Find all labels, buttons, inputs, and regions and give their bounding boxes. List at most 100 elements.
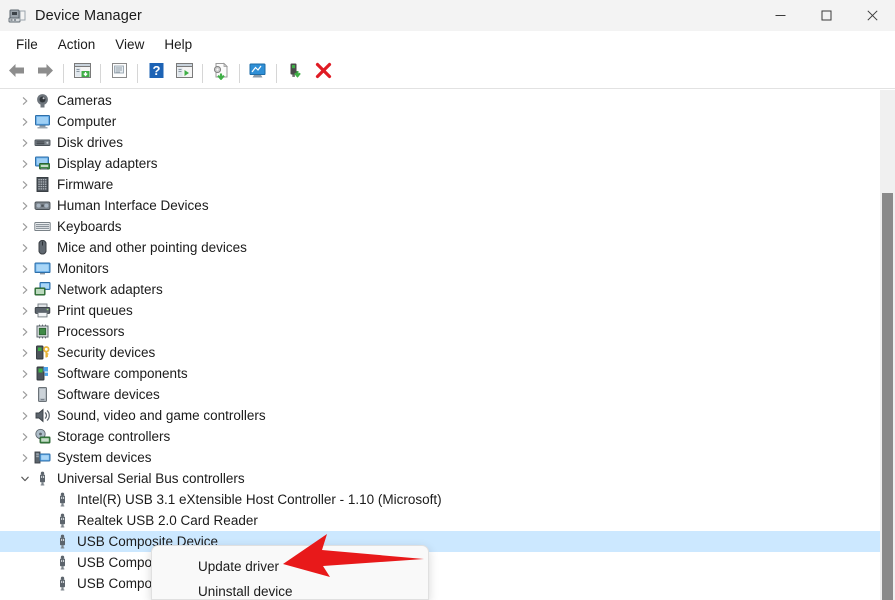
hid-icon <box>33 196 52 215</box>
tree-row[interactable]: USB Composite Device <box>0 531 880 552</box>
chevron-right-icon[interactable] <box>16 405 33 426</box>
mouse-icon <box>33 238 52 257</box>
update-driver-button[interactable] <box>207 60 235 86</box>
tree-row[interactable]: Security devices <box>0 342 880 363</box>
context-update-driver[interactable]: Update driver <box>152 554 428 579</box>
software-component-icon <box>33 364 52 383</box>
device-manager-window: Device Manager File Action View Help ? C… <box>0 0 895 600</box>
tree-row[interactable]: System devices <box>0 447 880 468</box>
console-tree-icon <box>73 62 92 84</box>
tree-row[interactable]: Processors <box>0 321 880 342</box>
tree-row[interactable]: Monitors <box>0 258 880 279</box>
chevron-down-icon[interactable] <box>16 468 33 489</box>
chevron-right-icon[interactable] <box>16 447 33 468</box>
tree-row[interactable]: Realtek USB 2.0 Card Reader <box>0 510 880 531</box>
tree-row[interactable]: Cameras <box>0 90 880 111</box>
menu-action[interactable]: Action <box>48 34 106 55</box>
view-panel-icon <box>175 62 194 84</box>
maximize-button[interactable] <box>803 0 849 31</box>
menu-bar: File Action View Help <box>0 31 895 58</box>
tree-item-label: Human Interface Devices <box>57 198 209 213</box>
tree-item-label: Firmware <box>57 177 114 192</box>
scan-hardware-changes-button[interactable] <box>244 60 272 86</box>
tree-item-label: Universal Serial Bus controllers <box>57 471 245 486</box>
tree-row[interactable]: Software components <box>0 363 880 384</box>
tree-item-label: Disk drives <box>57 135 124 150</box>
storage-controller-icon <box>33 427 52 446</box>
processor-icon <box>33 322 52 341</box>
chevron-right-icon[interactable] <box>16 426 33 447</box>
firmware-chip-icon <box>33 175 52 194</box>
scrollbar-thumb[interactable] <box>882 193 893 600</box>
chevron-right-icon[interactable] <box>16 384 33 405</box>
close-button[interactable] <box>849 0 895 31</box>
menu-file[interactable]: File <box>6 34 48 55</box>
toolbar-separator <box>63 63 64 83</box>
tree-row[interactable]: Print queues <box>0 300 880 321</box>
usb-icon <box>53 553 72 572</box>
tree-row[interactable]: Display adapters <box>0 153 880 174</box>
chevron-right-icon[interactable] <box>16 321 33 342</box>
properties-button[interactable] <box>105 60 133 86</box>
device-manager-icon <box>7 6 27 26</box>
forward-arrow-icon <box>35 62 55 84</box>
tree-row[interactable]: Intel(R) USB 3.1 eXtensible Host Control… <box>0 489 880 510</box>
tree-row[interactable]: Network adapters <box>0 279 880 300</box>
tree-row[interactable]: Storage controllers <box>0 426 880 447</box>
computer-monitor-icon <box>33 112 52 131</box>
chevron-right-icon[interactable] <box>16 300 33 321</box>
chevron-right-icon[interactable] <box>16 111 33 132</box>
window-controls <box>757 0 895 31</box>
chevron-right-icon[interactable] <box>16 174 33 195</box>
toolbar-separator <box>239 63 240 83</box>
chevron-right-icon[interactable] <box>16 363 33 384</box>
tree-item-label: System devices <box>57 450 152 465</box>
chevron-right-icon[interactable] <box>16 342 33 363</box>
enable-device-button[interactable] <box>281 60 309 86</box>
toolbar-separator <box>100 63 101 83</box>
tree-row[interactable]: Sound, video and game controllers <box>0 405 880 426</box>
tree-row[interactable]: Disk drives <box>0 132 880 153</box>
forward-button[interactable] <box>31 60 59 86</box>
menu-view[interactable]: View <box>105 34 154 55</box>
monitor-icon <box>33 259 52 278</box>
tree-row[interactable]: Computer <box>0 111 880 132</box>
speaker-icon <box>33 406 52 425</box>
tree-row[interactable]: Software devices <box>0 384 880 405</box>
chevron-right-icon[interactable] <box>16 195 33 216</box>
usb-icon <box>53 574 72 593</box>
tree-item-label: Software devices <box>57 387 160 402</box>
help-button[interactable]: ? <box>142 60 170 86</box>
toolbar-separator <box>276 63 277 83</box>
chevron-right-icon[interactable] <box>16 153 33 174</box>
back-button[interactable] <box>3 60 31 86</box>
menu-help[interactable]: Help <box>154 34 202 55</box>
tree-item-label: Display adapters <box>57 156 158 171</box>
title-bar: Device Manager <box>0 0 895 31</box>
context-uninstall-device[interactable]: Uninstall device <box>152 579 428 600</box>
tree-row[interactable]: Keyboards <box>0 216 880 237</box>
chevron-right-icon[interactable] <box>16 132 33 153</box>
chevron-right-icon[interactable] <box>16 279 33 300</box>
tree-row[interactable]: USB Composite Device <box>0 552 880 573</box>
chevron-right-icon[interactable] <box>16 258 33 279</box>
tree-row[interactable]: Firmware <box>0 174 880 195</box>
tree-row[interactable]: USB Composite Device <box>0 573 880 594</box>
context-menu[interactable]: Update driver Uninstall device <box>151 545 429 600</box>
uninstall-device-button[interactable] <box>309 60 337 86</box>
toolbar-separator <box>202 63 203 83</box>
vertical-scrollbar[interactable] <box>880 90 895 600</box>
view-button[interactable] <box>170 60 198 86</box>
device-tree[interactable]: Cameras Computer Disk drives Display adapte… <box>0 90 880 600</box>
tree-row[interactable]: Universal Serial Bus controllers <box>0 468 880 489</box>
tree-row[interactable]: Mice and other pointing devices <box>0 237 880 258</box>
tree-item-label: Mice and other pointing devices <box>57 240 247 255</box>
tree-row[interactable]: Human Interface Devices <box>0 195 880 216</box>
chevron-right-icon[interactable] <box>16 90 33 111</box>
tree-item-label: Security devices <box>57 345 156 360</box>
chevron-right-icon[interactable] <box>16 237 33 258</box>
usb-icon <box>33 469 52 488</box>
show-hide-console-tree-button[interactable] <box>68 60 96 86</box>
chevron-right-icon[interactable] <box>16 216 33 237</box>
minimize-button[interactable] <box>757 0 803 31</box>
